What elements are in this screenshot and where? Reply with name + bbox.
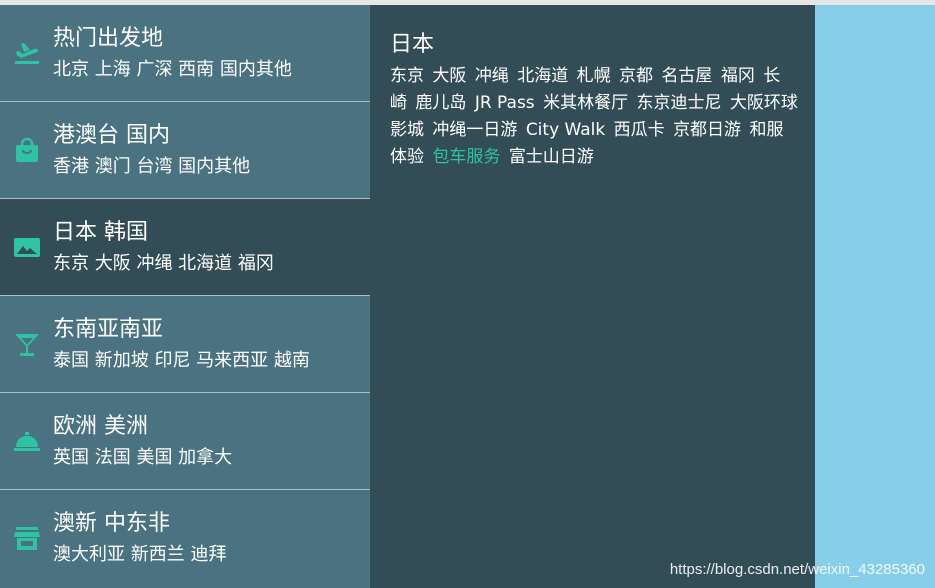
panel-links: 东京 大阪 冲绳 北海道 札幌 京都 名古屋 福冈 长崎 鹿儿岛 JR Pass…: [390, 63, 800, 171]
panel-title: 日本: [390, 32, 435, 57]
destination-link[interactable]: 京都: [619, 66, 653, 86]
cocktail-icon: [12, 329, 42, 359]
destination-link[interactable]: 北海道: [517, 66, 568, 86]
destination-link[interactable]: 札幌: [577, 66, 611, 86]
destination-link[interactable]: 福冈: [721, 66, 755, 86]
menu-item-subtitle: 香港 澳门 台湾 国内其他: [53, 156, 251, 177]
room-service-icon: [12, 426, 42, 456]
menu-item-subtitle: 泰国 新加坡 印尼 马来西亚 越南: [53, 350, 310, 371]
watermark: https://blog.csdn.net/weixin_43285360: [669, 561, 925, 578]
menu-item-southeast-asia[interactable]: 东南亚南亚 泰国 新加坡 印尼 马来西亚 越南: [0, 296, 370, 393]
destination-link[interactable]: 东京迪士尼: [636, 93, 721, 113]
menu-item-title: 热门出发地: [53, 26, 164, 51]
menu-item-subtitle: 英国 法国 美国 加拿大: [53, 447, 233, 468]
menu-item-japan-korea[interactable]: 日本 韩国 东京 大阪 冲绳 北海道 福冈: [0, 199, 370, 296]
menu-item-hk-macau-taiwan[interactable]: 港澳台 国内 香港 澳门 台湾 国内其他: [0, 102, 370, 199]
shopping-bag-icon: [12, 135, 42, 165]
menu-item-title: 澳新 中东非: [53, 511, 170, 536]
destination-link[interactable]: 富士山日游: [509, 147, 594, 167]
image-icon: [12, 232, 42, 262]
menu-item-hot-departures[interactable]: 热门出发地 北京 上海 广深 西南 国内其他: [0, 5, 370, 102]
destination-link[interactable]: 米其林餐厅: [543, 93, 628, 113]
menu-item-title: 欧洲 美洲: [53, 414, 148, 439]
menu-item-title: 日本 韩国: [53, 220, 148, 245]
store-icon: [12, 523, 42, 553]
destination-link[interactable]: 京都日游: [673, 120, 741, 140]
menu-item-subtitle: 北京 上海 广深 西南 国内其他: [53, 59, 292, 80]
menu-item-europe-americas[interactable]: 欧洲 美洲 英国 法国 美国 加拿大: [0, 393, 370, 490]
destination-link[interactable]: 东京: [390, 66, 424, 86]
menu-item-subtitle: 澳大利亚 新西兰 迪拜: [53, 544, 227, 565]
destination-link[interactable]: JR Pass: [475, 93, 535, 113]
destination-link[interactable]: 名古屋: [661, 66, 712, 86]
destination-link[interactable]: 大阪: [432, 66, 466, 86]
destination-link[interactable]: 鹿儿岛: [415, 93, 466, 113]
menu-item-title: 东南亚南亚: [53, 317, 164, 342]
menu-item-oceania-middle-east-africa[interactable]: 澳新 中东非 澳大利亚 新西兰 迪拜: [0, 490, 370, 588]
destination-menu: 热门出发地 北京 上海 广深 西南 国内其他 港澳台 国内 香港 澳门 台湾 国…: [0, 5, 370, 588]
airplane-icon: [12, 38, 42, 68]
destination-link[interactable]: City Walk: [526, 120, 605, 140]
destination-link[interactable]: 包车服务: [432, 147, 500, 167]
destination-link[interactable]: 冲绳一日游: [432, 120, 517, 140]
destination-detail-panel: 日本 东京 大阪 冲绳 北海道 札幌 京都 名古屋 福冈 长崎 鹿儿岛 JR P…: [370, 5, 815, 588]
menu-item-title: 港澳台 国内: [53, 123, 170, 148]
destination-link[interactable]: 西瓜卡: [614, 120, 665, 140]
destination-link[interactable]: 冲绳: [475, 66, 509, 86]
menu-item-subtitle: 东京 大阪 冲绳 北海道 福冈: [53, 253, 274, 274]
